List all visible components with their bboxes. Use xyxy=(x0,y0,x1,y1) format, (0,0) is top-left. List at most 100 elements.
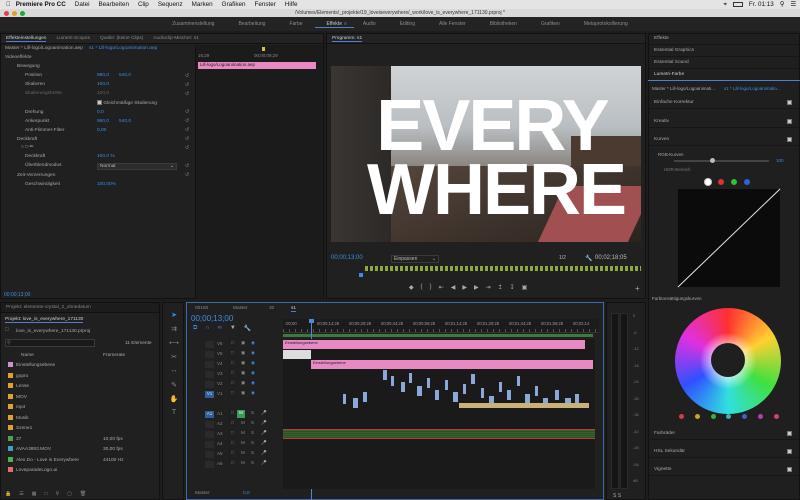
dot-orange[interactable] xyxy=(694,414,700,419)
lock-icon[interactable]: □ xyxy=(231,460,234,465)
track-header-v1[interactable]: V1 V1 □ ▣ ◉ xyxy=(191,390,281,399)
mute-icon[interactable]: M xyxy=(241,440,245,445)
lock-icon[interactable]: □ xyxy=(231,340,234,345)
mini-clip-bar[interactable]: Lill-logo/Logoanimation.aep xyxy=(198,62,316,69)
menu-marken[interactable]: Marken xyxy=(192,1,213,8)
menu-bearbeiten[interactable]: Bearbeiten xyxy=(98,1,128,8)
panel-essential-graphics[interactable]: Essential Graphics xyxy=(648,45,800,57)
eye-icon[interactable]: ◉ xyxy=(251,350,255,356)
col-name[interactable]: Name xyxy=(21,353,34,358)
project-item[interactable]: mp4 xyxy=(8,403,148,412)
clip-v5-logo[interactable] xyxy=(283,350,311,359)
type-tool-icon[interactable]: T xyxy=(168,409,180,419)
fx-deckkraft[interactable]: Deckkraft xyxy=(17,137,37,144)
audio-track-a2-clip[interactable] xyxy=(283,429,595,439)
solo-icon[interactable]: S xyxy=(251,430,254,435)
solo-icon[interactable]: S xyxy=(251,410,254,415)
snap-icon[interactable]: ∩ xyxy=(205,325,209,332)
mute-icon[interactable]: M xyxy=(241,420,245,425)
hsl-curves-label[interactable]: Farbtonsättigungskurven xyxy=(652,296,702,301)
new-item-icon[interactable]: ▢ xyxy=(67,491,72,499)
track-target[interactable] xyxy=(205,371,214,378)
lock-icon[interactable]: □ xyxy=(231,380,234,385)
mute-icon[interactable]: M xyxy=(241,450,245,455)
tab-project-love[interactable]: Projekt: love_is_everywhere_171130 xyxy=(5,317,84,323)
track-header-a2[interactable]: A2 □ M S 🎤 xyxy=(191,420,281,429)
voiceover-icon[interactable]: 🎤 xyxy=(261,420,267,426)
track-header-v6[interactable]: V6 □ ▣ ◉ xyxy=(191,340,281,349)
workspace-menu-icon[interactable]: ≡ xyxy=(344,21,347,27)
track-target[interactable] xyxy=(205,451,214,458)
menu-fenster[interactable]: Fenster xyxy=(254,1,275,8)
app-menu[interactable]: Premiere Pro CC xyxy=(16,1,66,8)
track-target[interactable] xyxy=(205,461,214,468)
voiceover-icon[interactable]: 🎤 xyxy=(261,450,267,456)
mini-playhead-marker[interactable] xyxy=(262,47,265,51)
curve-channel-blue[interactable] xyxy=(744,179,750,185)
menu-clip[interactable]: Clip xyxy=(138,1,149,8)
minimize-window-button[interactable] xyxy=(12,11,17,16)
menu-grafiken[interactable]: Grafiken xyxy=(222,1,246,8)
close-window-button[interactable] xyxy=(4,11,9,16)
curve-channel-red[interactable] xyxy=(718,179,724,185)
position-x-value[interactable]: 960,0 xyxy=(97,73,109,78)
search-icon[interactable]: ⚲ xyxy=(780,1,785,8)
wifi-icon[interactable]: ⌖ xyxy=(723,1,727,9)
lumetri-kurven[interactable]: Kurven xyxy=(648,134,800,146)
kreativ-checkbox[interactable] xyxy=(787,119,792,124)
solo-icon[interactable]: S xyxy=(251,440,254,445)
voiceover-icon[interactable]: 🎤 xyxy=(261,430,267,436)
lumetri-vignette[interactable]: Vignette xyxy=(648,464,800,476)
speed-value[interactable]: 100,00% xyxy=(97,182,116,187)
lumetri-farbraeder[interactable]: Farbräder xyxy=(648,428,800,440)
new-bin-icon[interactable]: □ xyxy=(44,491,47,499)
voiceover-icon[interactable]: 🎤 xyxy=(261,440,267,446)
list-view-icon[interactable]: ☰ xyxy=(19,491,23,499)
scale-value[interactable]: 100,0 xyxy=(97,82,109,87)
lumetri-seq-label[interactable]: s1 * Lill-logo/Logoanimatio... xyxy=(724,86,781,91)
marker-icon[interactable]: ◆ xyxy=(409,284,414,294)
effect-mini-timeline[interactable]: 16;29 00;00;09;29 Lill-logo/Logoanimatio… xyxy=(195,45,323,299)
track-select-icon[interactable]: ⇉ xyxy=(168,325,180,335)
eye-icon[interactable]: ◉ xyxy=(251,340,255,346)
project-item[interactable]: Alex.Do - Love is Everywhere 44100 Hz xyxy=(8,456,148,465)
opacity-value[interactable]: 100,0 % xyxy=(97,154,115,159)
solo-icon[interactable]: S xyxy=(251,420,254,425)
track-target[interactable] xyxy=(205,421,214,428)
project-item[interactable]: Szene1 xyxy=(8,424,148,433)
project-item[interactable]: MOV xyxy=(8,393,148,402)
tab-effekteinstellungen[interactable]: Effekteinstellungen xyxy=(6,36,47,42)
eye-icon[interactable]: ◉ xyxy=(251,370,255,376)
flicker-value[interactable]: 0,00 xyxy=(97,128,106,133)
tab-audioclip-mischer[interactable]: Audioclip-Mischer: s1 xyxy=(153,36,199,41)
sync-icon[interactable]: ▣ xyxy=(241,350,245,356)
tab-programm[interactable]: Programm: s1 xyxy=(332,36,363,42)
dot-red[interactable] xyxy=(679,414,684,419)
curve-channel-white[interactable] xyxy=(704,178,712,186)
program-scrub-bar[interactable] xyxy=(365,266,641,271)
project-search-input[interactable]: ⚲ xyxy=(5,339,95,347)
workspace-metaprotokollierung[interactable]: Metaprotokollierung xyxy=(572,21,640,27)
lumetri-hsl-sekundaer[interactable]: HSL Sekundär xyxy=(648,446,800,458)
slip-tool-icon[interactable]: ↔ xyxy=(168,367,180,377)
wrench-icon[interactable]: 🔧 xyxy=(585,255,592,262)
vignette-checkbox[interactable] xyxy=(787,467,792,472)
dot-green[interactable] xyxy=(710,414,716,419)
timeline-tab-30[interactable]: 30 xyxy=(269,306,274,311)
track-header-a6[interactable]: A6 □ M S 🎤 xyxy=(191,460,281,469)
lock-icon[interactable]: □ xyxy=(231,390,234,395)
lock-icon[interactable]: □ xyxy=(231,360,234,365)
dot-pink[interactable] xyxy=(773,414,779,419)
lock-icon[interactable]: 🔒 xyxy=(5,491,11,499)
einfache-korrektur-checkbox[interactable] xyxy=(787,100,792,105)
workspace-alle-fenster[interactable]: Alle Fenster xyxy=(427,21,478,27)
hsl-sekundaer-checkbox[interactable] xyxy=(787,449,792,454)
solo-icon[interactable]: S xyxy=(251,460,254,465)
fit-select[interactable]: Einpassen ⌄ xyxy=(391,255,439,263)
workspace-bearbeitung[interactable]: Bearbeitung xyxy=(226,21,277,27)
mute-active-icon[interactable]: M xyxy=(237,410,245,418)
master-clip-label[interactable]: Master * Lill-logo/Logoanimation.aep xyxy=(5,46,83,53)
voiceover-icon[interactable]: 🎤 xyxy=(261,410,267,416)
curve-channel-green[interactable] xyxy=(731,179,737,185)
step-forward-icon[interactable]: ▶ xyxy=(474,284,479,294)
